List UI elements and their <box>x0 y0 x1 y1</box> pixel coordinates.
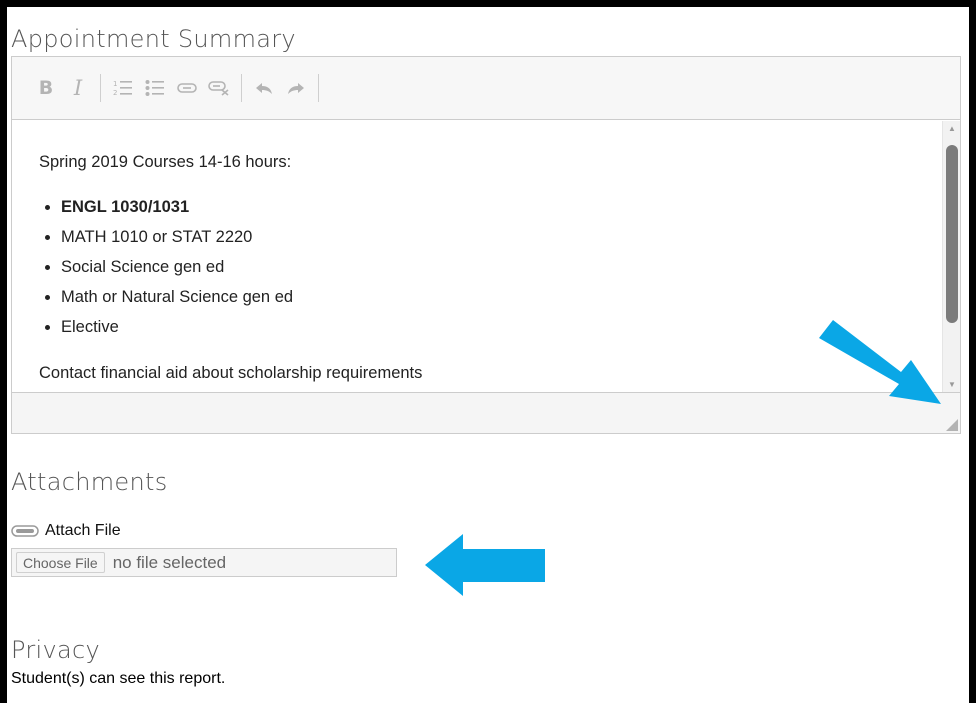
ordered-list-icon: 1 2 <box>113 80 132 97</box>
redo-button[interactable] <box>282 74 310 102</box>
editor-statusbar <box>12 392 960 433</box>
unordered-list-button[interactable] <box>141 74 169 102</box>
italic-button[interactable]: I <box>64 74 92 102</box>
course-list: ENGL 1030/1031 MATH 1010 or STAT 2220 So… <box>39 192 942 342</box>
toolbar-separator <box>100 74 101 102</box>
ordered-list-button[interactable]: 1 2 <box>109 74 137 102</box>
editor-content[interactable]: Spring 2019 Courses 14-16 hours: ENGL 10… <box>12 121 942 393</box>
link-button[interactable] <box>173 74 201 102</box>
paperclip-icon <box>11 525 39 537</box>
privacy-title: Privacy <box>11 636 100 664</box>
page: Appointment Summary B I 1 2 Spring 2019 … <box>7 7 969 703</box>
summary-intro: Spring 2019 Courses 14-16 hours: <box>39 153 292 171</box>
link-icon <box>177 83 197 93</box>
attach-file-label[interactable]: Attach File <box>11 522 121 540</box>
unlink-icon <box>208 81 229 96</box>
appointment-summary-title: Appointment Summary <box>11 25 296 53</box>
no-file-selected-text: no file selected <box>112 552 227 572</box>
bold-icon: B <box>38 77 54 99</box>
undo-icon <box>256 83 272 94</box>
italic-icon: I <box>73 76 83 100</box>
svg-text:1: 1 <box>113 80 117 88</box>
annotation-arrow-icon <box>425 534 545 596</box>
scroll-up-arrow-icon[interactable]: ▲ <box>943 121 961 137</box>
file-input[interactable]: Choose File no file selected <box>11 548 397 577</box>
attachments-title: Attachments <box>11 468 168 496</box>
list-item: Elective <box>61 312 942 342</box>
undo-button[interactable] <box>250 74 278 102</box>
unlink-button[interactable] <box>205 74 233 102</box>
toolbar-separator <box>318 74 319 102</box>
list-item: Social Science gen ed <box>61 252 942 282</box>
redo-icon <box>288 83 304 94</box>
toolbar-separator <box>241 74 242 102</box>
privacy-text: Student(s) can see this report. <box>11 670 226 687</box>
list-item: MATH 1010 or STAT 2220 <box>61 222 942 252</box>
bold-button[interactable]: B <box>32 74 60 102</box>
editor-toolbar: B I 1 2 <box>12 57 960 120</box>
resize-handle-icon[interactable] <box>944 417 958 431</box>
annotation-arrow-icon <box>819 320 941 404</box>
svg-text:2: 2 <box>113 89 117 97</box>
scroll-thumb[interactable] <box>946 145 958 323</box>
choose-file-button[interactable]: Choose File <box>16 552 105 573</box>
unordered-list-icon <box>145 80 164 96</box>
summary-footer-note: Contact financial aid about scholarship … <box>39 364 423 382</box>
list-item: ENGL 1030/1031 <box>61 192 942 222</box>
attach-file-text: Attach File <box>45 522 121 539</box>
list-item: Math or Natural Science gen ed <box>61 282 942 312</box>
